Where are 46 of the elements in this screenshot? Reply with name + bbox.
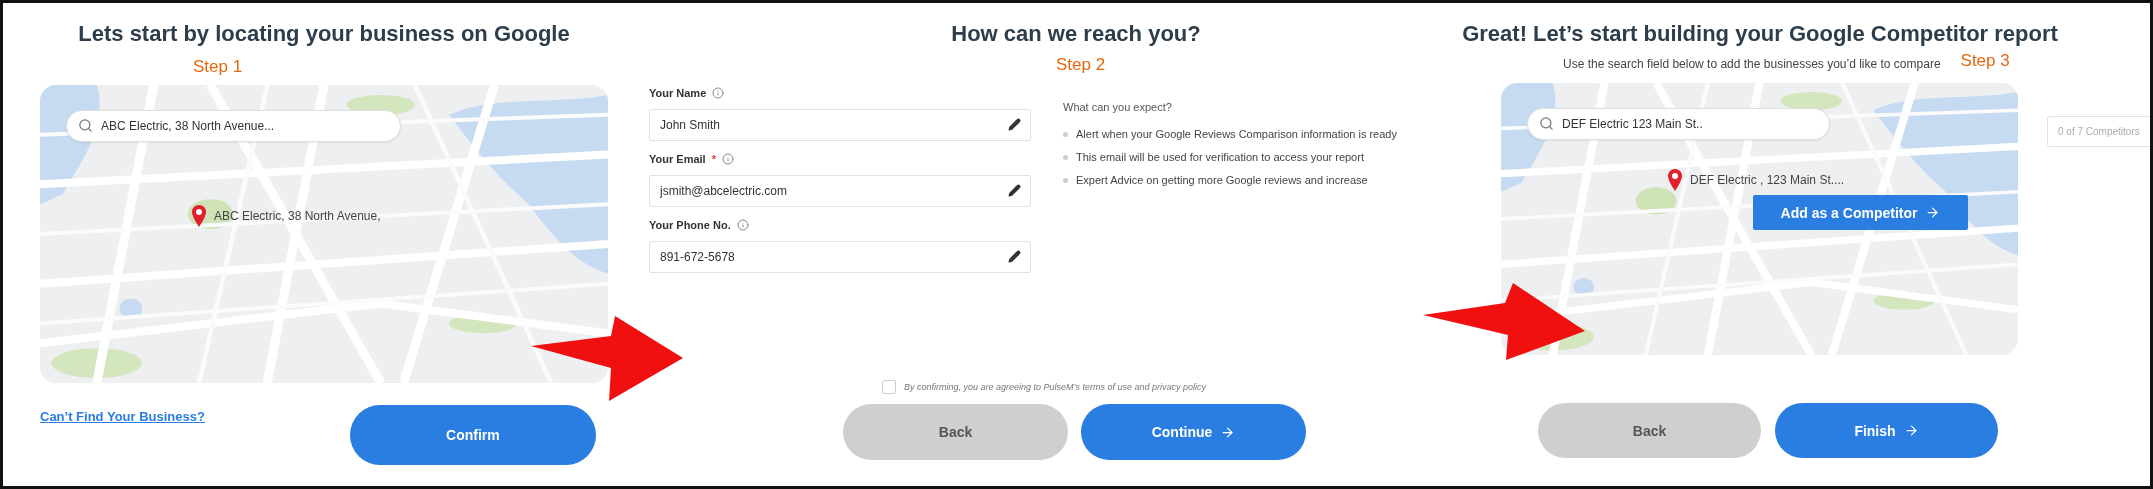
back-button[interactable]: Back: [843, 404, 1068, 460]
consent-text: By confirming, you are agreeing to PulseM’s terms of use and privacy policy: [904, 382, 1206, 392]
required-mark: *: [711, 153, 716, 165]
page-title: Lets start by locating your business on Google: [77, 21, 571, 47]
pencil-icon[interactable]: [1008, 118, 1021, 131]
bullet-dot: [1063, 154, 1068, 160]
primary-button[interactable]: Continue: [1081, 404, 1306, 460]
step-label: Step 3: [1960, 51, 2010, 71]
primary-button[interactable]: Finish: [1775, 403, 1998, 458]
add-competitor-button[interactable]: Add as a Competitor: [1753, 195, 1968, 230]
input-field[interactable]: John Smith: [649, 109, 1031, 141]
step-label: Step 2: [1056, 55, 1106, 75]
back-button[interactable]: Back: [1538, 403, 1761, 458]
info-icon[interactable]: [736, 219, 749, 231]
search-field[interactable]: ABC Electric, 38 North Avenue...: [66, 110, 401, 142]
search-field[interactable]: DEF Electric 123 Main St..: [1527, 108, 1830, 140]
competitor-counter: 0 of 7 Competitors: [2047, 116, 2150, 147]
pin-label: ABC Electric, 38 North Avenue,: [214, 209, 381, 223]
info-icon[interactable]: [712, 87, 725, 99]
bullet-dot: [1063, 177, 1068, 183]
field-label: Your Name: [649, 87, 707, 99]
page-title: How can we reach you?: [950, 21, 1202, 47]
bullet-text: This email will be used for verification to access your report: [1076, 151, 1364, 163]
map-pin-icon: [1668, 169, 1682, 191]
info-icon[interactable]: [721, 153, 734, 165]
input-field[interactable]: jsmith@abcelectric.com: [649, 175, 1031, 207]
arrow-right-icon: [1925, 205, 1941, 220]
page-title: Great! Let’s start building your Google Competitor report: [1461, 21, 2059, 47]
cant-find-business-link[interactable]: Can’t Find Your Business?: [40, 409, 205, 424]
subtitle: Use the search field below to add the businesses you’d like to compare: [1563, 57, 1941, 71]
bullet-dot: [1063, 131, 1068, 137]
pencil-icon[interactable]: [1008, 250, 1021, 263]
input-field[interactable]: 891-672-5678: [649, 241, 1031, 273]
map-pin-icon: [192, 205, 206, 227]
field-label: Your Phone No.: [649, 219, 731, 231]
pencil-icon[interactable]: [1008, 184, 1021, 197]
consent-checkbox[interactable]: [882, 380, 896, 394]
field-label: Your Email: [649, 153, 706, 165]
bullet-text: Alert when your Google Reviews Comparison information is ready: [1076, 128, 1397, 140]
search-icon: [78, 118, 93, 133]
bullet-text: Expert Advice on getting more Google reviews and increase: [1076, 174, 1368, 186]
expect-heading: What can you expect?: [1063, 101, 1173, 113]
primary-button[interactable]: Confirm: [349, 405, 596, 465]
step-label: Step 1: [193, 57, 243, 77]
pin-label: DEF Electric , 123 Main St....: [1690, 173, 1845, 187]
search-icon: [1539, 116, 1554, 131]
